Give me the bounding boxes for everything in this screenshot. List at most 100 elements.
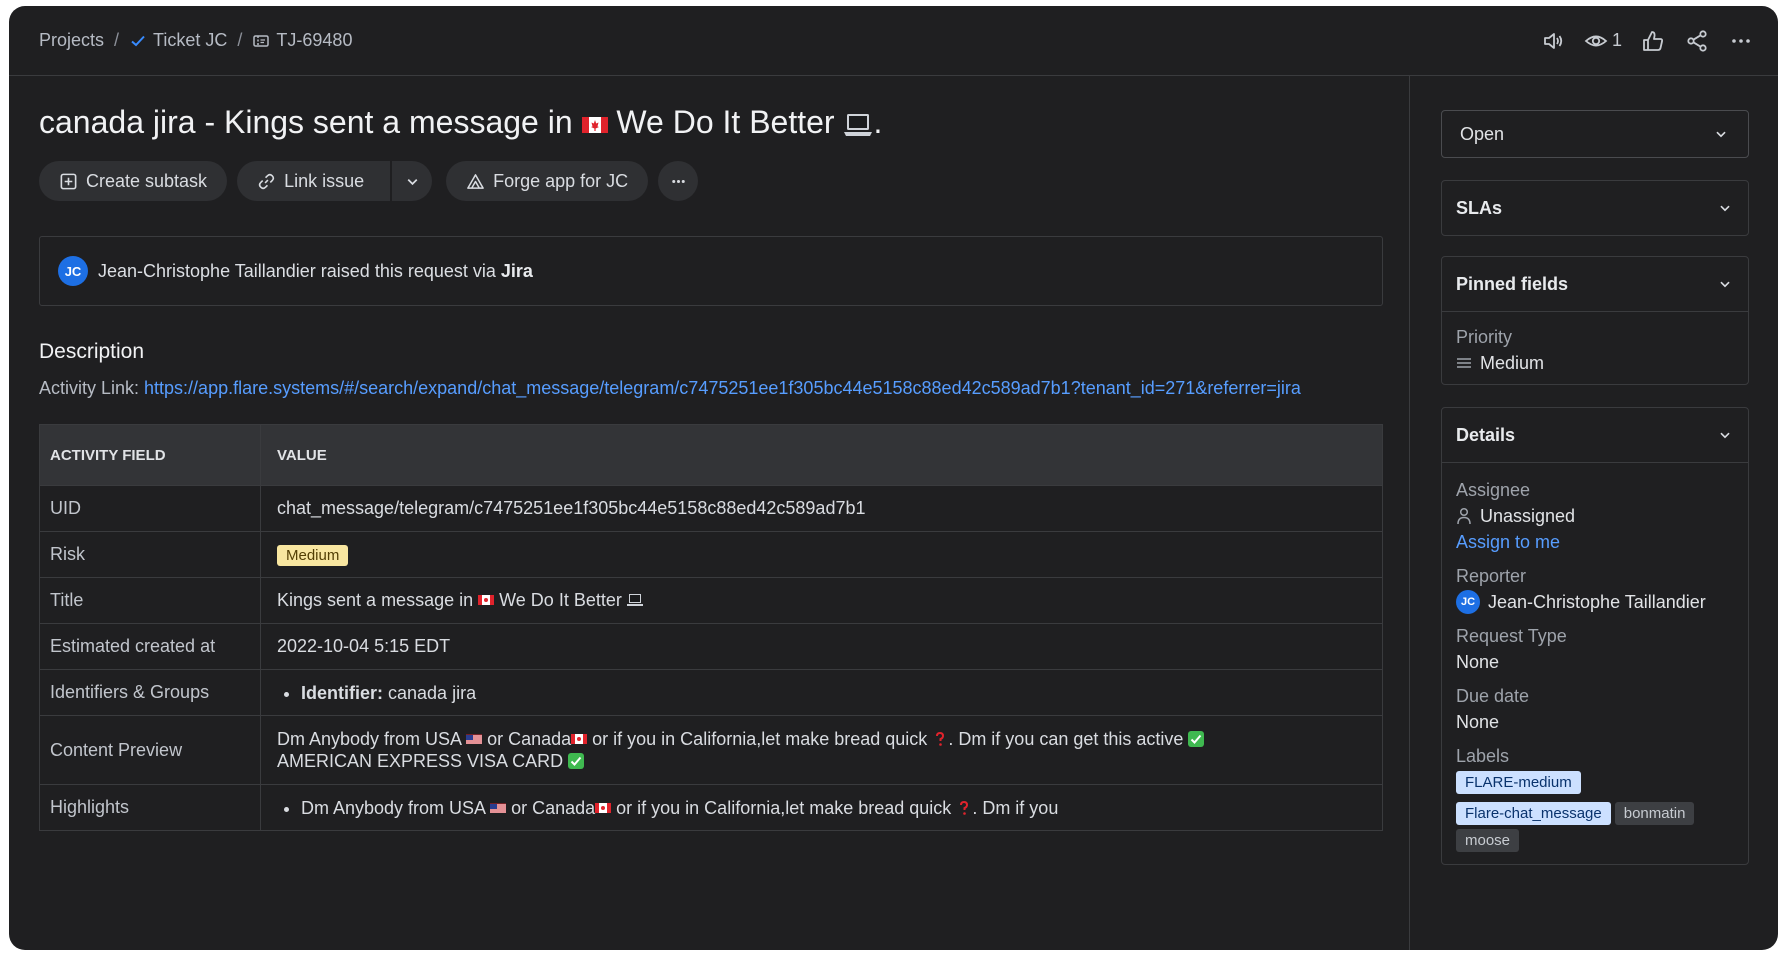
issue-title-end: . [873,104,883,140]
request-type-value[interactable]: None [1456,649,1734,675]
pinned-fields-body: Priority Medium [1442,311,1748,384]
details-heading: Details [1456,424,1516,445]
label-tag[interactable]: Flare-chat_message [1456,802,1611,825]
assignee-field[interactable]: Unassigned [1456,503,1734,529]
link-issue-label: Link issue [284,170,365,191]
breadcrumb-issue-key-label: TJ-69480 [276,30,353,50]
laptop-icon [844,113,873,136]
add-subtask-icon [60,173,77,189]
link-issue-button[interactable]: Link issue [237,161,391,201]
pinned-fields-panel: Pinned fields Priority Medium [1441,256,1749,385]
label-tag[interactable]: FLARE-medium [1456,771,1581,794]
details-header[interactable]: Details [1442,408,1748,462]
create-subtask-button[interactable]: Create subtask [39,161,228,201]
issue-main: canada jira - Kings sent a message in We… [9,76,1410,950]
breadcrumb-issue-key[interactable]: TJ-69480 [252,30,352,51]
priority-value: Medium [1480,353,1545,373]
chevron-down-icon [1720,205,1730,212]
canada-flag-icon [478,595,495,605]
table-row: Title Kings sent a message in We Do It B… [39,577,1383,624]
canada-flag-icon [581,116,608,133]
watch-count: 1 [1611,30,1622,50]
raised-by-text: Jean-Christophe Taillandier raised this … [98,261,533,282]
feedback-icon[interactable] [1540,28,1566,54]
label-tag[interactable]: bonmatin [1614,802,1695,825]
list-item: Dm Anybody from USA or Canada or if you … [301,796,1372,820]
breadcrumb-projects[interactable]: Projects [39,30,104,51]
raised-by-label: Jean-Christophe Taillandier raised this … [98,260,501,281]
user-icon [1457,507,1471,525]
value-uid: chat_message/telegram/c7475251ee1f305bc4… [260,485,1383,532]
identifier-label: Identifier: [301,682,384,703]
more-actions-button[interactable] [658,161,699,201]
breadcrumb-project[interactable]: Ticket JC [129,30,227,51]
forge-app-button[interactable]: Forge app for JC [446,161,649,201]
preview-text-c: or if you in California,let make bread q… [587,729,933,749]
table-row: Estimated created at 2022-10-04 5:15 EDT [39,623,1383,670]
preview-text-line2: AMERICAN EXPRESS VISA CARD [277,751,569,771]
top-bar: Projects / Ticket JC / TJ-69480 1 [9,6,1778,76]
slas-heading: SLAs [1456,197,1503,218]
value-title-text-2: We Do It Better [494,590,627,610]
reporter-field[interactable]: JC Jean-Christophe Taillandier [1456,589,1734,615]
preview-text-d: . Dm if you can get this active [948,729,1189,749]
table-header-row: ACTIVITY FIELD VALUE [39,424,1383,486]
status-value: Open [1460,123,1505,144]
issue-title[interactable]: canada jira - Kings sent a message in We… [39,104,882,141]
column-header-field: ACTIVITY FIELD [39,424,261,486]
value-highlights: Dm Anybody from USA or Canada or if you … [260,784,1383,831]
pinned-fields-header[interactable]: Pinned fields [1442,257,1748,311]
like-icon[interactable] [1640,28,1666,54]
table-row: Content Preview Dm Anybody from USA or C… [39,715,1383,785]
forge-app-icon [467,173,484,189]
activity-link[interactable]: https://app.flare.systems/#/search/expan… [144,378,1301,398]
breadcrumb-separator: / [237,30,243,50]
due-date-value[interactable]: None [1456,709,1734,735]
table-row: Risk Medium [39,531,1383,578]
reporter-value: Jean-Christophe Taillandier [1488,592,1706,612]
status-dropdown[interactable]: Open [1441,110,1749,158]
create-subtask-label: Create subtask [86,170,208,191]
activity-table: ACTIVITY FIELD VALUE UID chat_message/te… [39,424,1383,831]
table-row: UID chat_message/telegram/c7475251ee1f30… [39,485,1383,532]
link-issue-dropdown[interactable] [392,161,433,201]
avatar: JC [1456,590,1480,614]
field-content-preview: Content Preview [39,715,261,785]
value-risk: Medium [260,531,1383,578]
issue-actions: 1 [1540,6,1754,75]
labels-label: Labels [1456,746,1510,766]
breadcrumb: Projects / Ticket JC / TJ-69480 [39,6,352,75]
avatar[interactable]: JC [58,256,88,286]
highlight-text-d: . Dm if you [972,797,1059,818]
field-uid: UID [39,485,261,532]
field-risk: Risk [39,531,261,578]
priority-field[interactable]: Medium [1456,350,1734,376]
link-issue-split-button: Link issue [237,161,433,201]
usa-flag-icon [466,734,483,744]
pinned-fields-heading: Pinned fields [1456,273,1569,294]
slas-panel-header[interactable]: SLAs [1442,181,1748,235]
watch-button[interactable]: 1 [1584,29,1622,53]
request-type-label: Request Type [1456,626,1567,646]
check-mark-icon [568,753,585,769]
chevron-down-icon [1720,432,1730,439]
priority-label: Priority [1456,327,1513,347]
check-icon [131,35,145,46]
activity-link-line: Activity Link: https://app.flare.systems… [39,378,1301,399]
chevron-down-icon [407,178,417,185]
more-icon[interactable] [1728,28,1754,54]
label-tag[interactable]: moose [1456,829,1520,852]
field-title: Title [39,577,261,624]
due-date-label: Due date [1456,686,1530,706]
assign-to-me-link[interactable]: Assign to me [1456,529,1734,555]
details-panel: Details Assignee Unassigned Assign to me… [1441,407,1749,865]
labels-list: FLARE-medium Flare-chat_message bonmatin… [1456,771,1734,852]
raised-by-banner: JC Jean-Christophe Taillandier raised th… [39,236,1383,306]
details-body: Assignee Unassigned Assign to me Reporte… [1442,462,1748,864]
share-icon[interactable] [1684,28,1710,54]
breadcrumb-separator: / [114,30,120,50]
assignee-label: Assignee [1456,480,1531,500]
eye-icon [1584,35,1608,46]
value-created: 2022-10-04 5:15 EDT [260,623,1383,670]
field-created: Estimated created at [39,623,261,670]
